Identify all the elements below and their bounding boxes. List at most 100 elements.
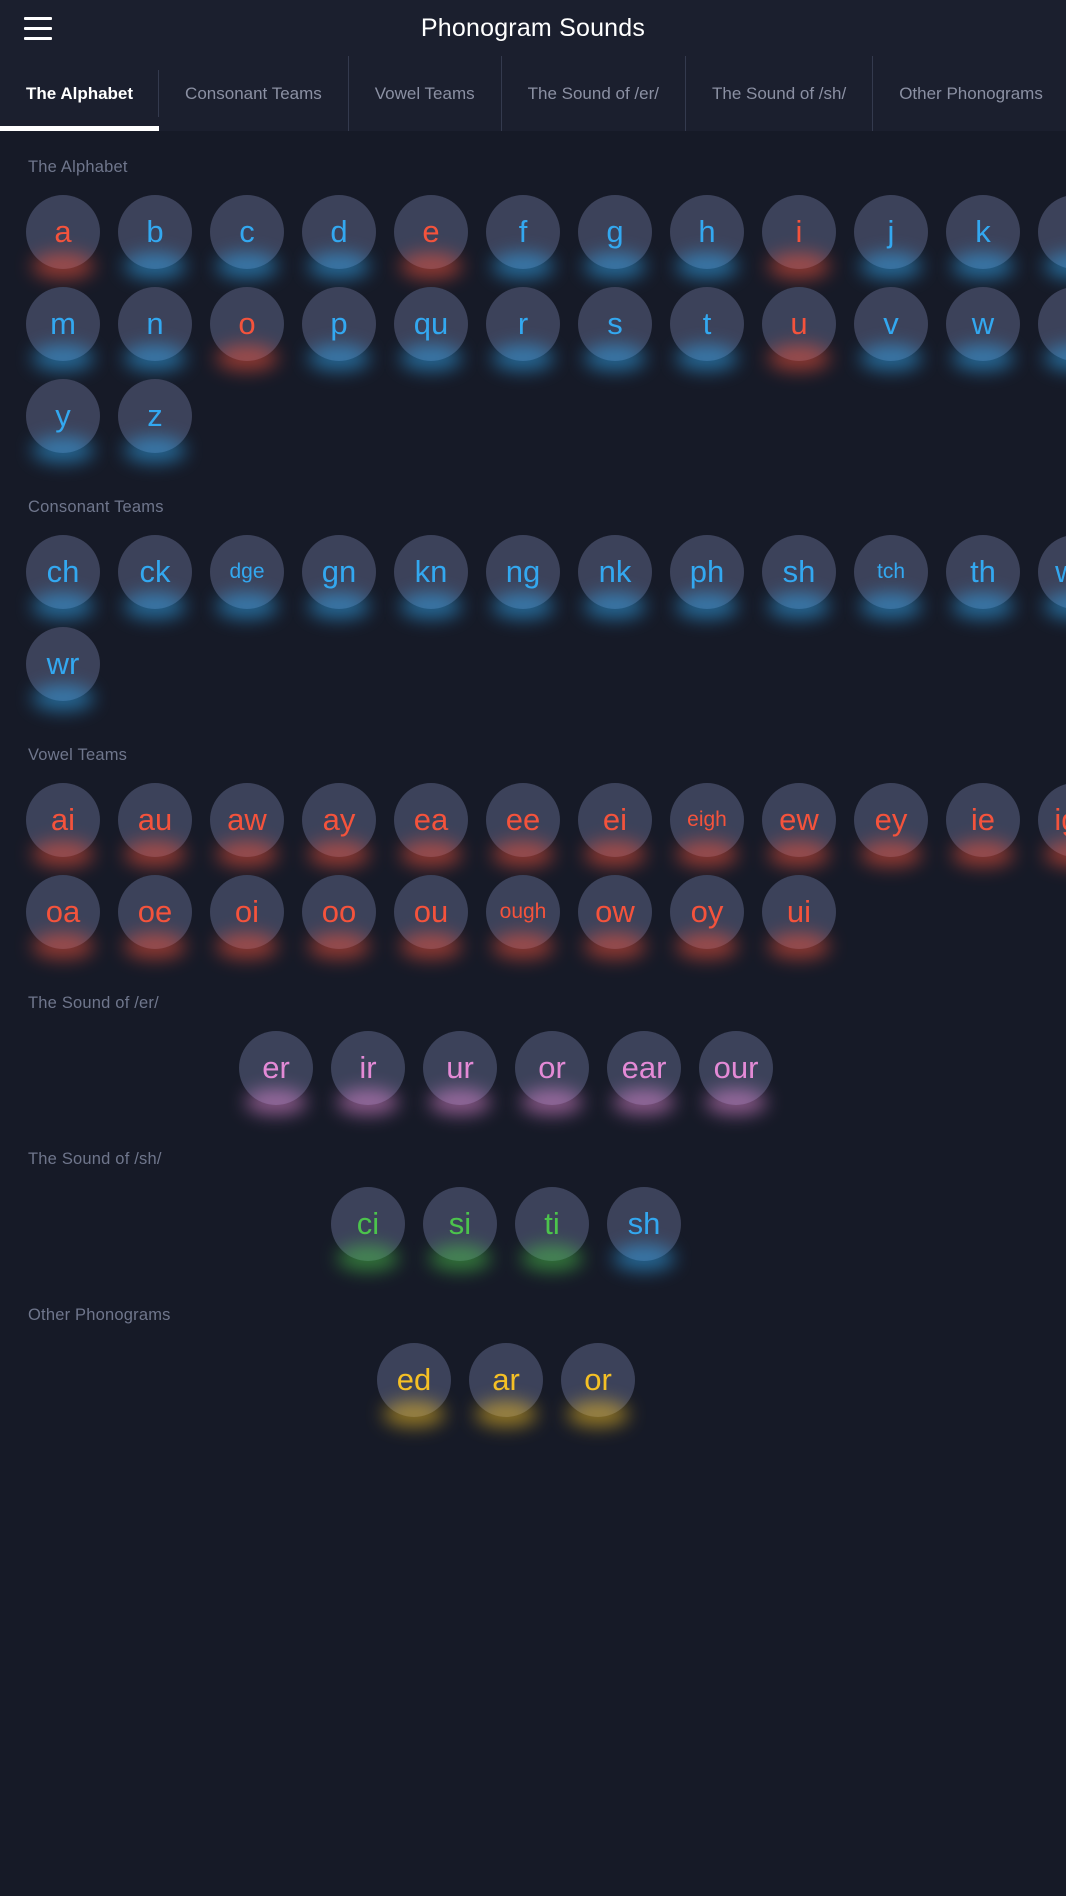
phonogram-chip[interactable]: v	[854, 287, 928, 361]
phonogram-chip[interactable]: j	[854, 195, 928, 269]
phonogram-chip[interactable]: ea	[394, 783, 468, 857]
phonogram-chip[interactable]: or	[515, 1031, 589, 1105]
phonogram-chip[interactable]: y	[26, 379, 100, 453]
phonogram-chip[interactable]: oy	[670, 875, 744, 949]
phonogram-chip[interactable]: qu	[394, 287, 468, 361]
phonogram-chip[interactable]: th	[946, 535, 1020, 609]
chip-grid: a b c d e f g h i j k l m n o p qu r s t u v w x y z	[0, 195, 1066, 471]
phonogram-chip[interactable]: tch	[854, 535, 928, 609]
phonogram-label: ea	[413, 801, 449, 837]
tab-vowel-teams[interactable]: Vowel Teams	[349, 56, 502, 131]
tab-the-sound-of-sh[interactable]: The Sound of /sh/	[686, 56, 874, 131]
phonogram-chip[interactable]: ph	[670, 535, 744, 609]
phonogram-chip[interactable]: ee	[486, 783, 560, 857]
phonogram-chip[interactable]: kn	[394, 535, 468, 609]
phonogram-chip[interactable]: ci	[331, 1187, 405, 1261]
phonogram-chip[interactable]: f	[486, 195, 560, 269]
phonogram-chip[interactable]: i	[762, 195, 836, 269]
phonogram-chip[interactable]: p	[302, 287, 376, 361]
app-bar: Phonogram Sounds	[0, 0, 1066, 56]
phonogram-chip[interactable]: w	[946, 287, 1020, 361]
phonogram-chip[interactable]: z	[118, 379, 192, 453]
phonogram-chip[interactable]: aw	[210, 783, 284, 857]
phonogram-chip[interactable]: ie	[946, 783, 1020, 857]
phonogram-chip[interactable]: l	[1038, 195, 1066, 269]
hamburger-menu-icon[interactable]	[12, 2, 64, 54]
tab-bar[interactable]: The Alphabet Consonant Teams Vowel Teams Th…	[0, 56, 1066, 131]
phonogram-chip[interactable]: ch	[26, 535, 100, 609]
phonogram-chip[interactable]: ir	[331, 1031, 405, 1105]
phonogram-chip[interactable]: h	[670, 195, 744, 269]
phonogram-chip[interactable]: n	[118, 287, 192, 361]
phonogram-chip[interactable]: t	[670, 287, 744, 361]
phonogram-label: ed	[396, 1361, 432, 1397]
phonogram-chip[interactable]: eigh	[670, 783, 744, 857]
tab-label: The Sound of /sh/	[712, 83, 847, 103]
phonogram-chip[interactable]: oo	[302, 875, 376, 949]
phonogram-chip[interactable]: er	[239, 1031, 313, 1105]
tab-consonant-teams[interactable]: Consonant Teams	[159, 56, 349, 131]
phonogram-chip[interactable]: ar	[469, 1343, 543, 1417]
phonogram-chip[interactable]: s	[578, 287, 652, 361]
phonogram-chip[interactable]: ur	[423, 1031, 497, 1105]
phonogram-chip[interactable]: e	[394, 195, 468, 269]
phonogram-chip[interactable]: wr	[26, 627, 100, 701]
phonogram-chip[interactable]: ear	[607, 1031, 681, 1105]
phonogram-chip[interactable]: u	[762, 287, 836, 361]
phonogram-label: wh	[1055, 556, 1066, 587]
phonogram-chip[interactable]: r	[486, 287, 560, 361]
phonogram-chip[interactable]: ew	[762, 783, 836, 857]
phonogram-chip[interactable]: ou	[394, 875, 468, 949]
phonogram-chip[interactable]: ey	[854, 783, 928, 857]
phonogram-chip[interactable]: si	[423, 1187, 497, 1261]
phonogram-chip[interactable]: ough	[486, 875, 560, 949]
tab-the-alphabet[interactable]: The Alphabet	[0, 56, 160, 131]
phonogram-label: gn	[321, 553, 357, 589]
phonogram-chip[interactable]: igh	[1038, 783, 1066, 857]
phonogram-label: th	[970, 553, 996, 589]
phonogram-content: The Alphabet a b c d e f g h i j k l m n o p qu r s t u v w x y z C…	[0, 131, 1066, 1896]
phonogram-chip[interactable]: sh	[762, 535, 836, 609]
phonogram-chip[interactable]: k	[946, 195, 1020, 269]
phonogram-chip[interactable]: ui	[762, 875, 836, 949]
phonogram-chip[interactable]: gn	[302, 535, 376, 609]
menu-bar-2	[24, 26, 52, 30]
tab-other-phonograms[interactable]: Other Phonograms	[873, 56, 1066, 131]
phonogram-chip[interactable]: ck	[118, 535, 192, 609]
phonogram-chip[interactable]: ay	[302, 783, 376, 857]
phonogram-label: oi	[234, 893, 260, 929]
phonogram-chip[interactable]: m	[26, 287, 100, 361]
phonogram-chip[interactable]: ai	[26, 783, 100, 857]
phonogram-chip[interactable]: a	[26, 195, 100, 269]
phonogram-label: i	[795, 213, 803, 249]
phonogram-label: or	[538, 1049, 566, 1085]
phonogram-chip[interactable]: ng	[486, 535, 560, 609]
phonogram-chip[interactable]: ed	[377, 1343, 451, 1417]
phonogram-label: ough	[499, 899, 547, 923]
phonogram-chip[interactable]: sh	[607, 1187, 681, 1261]
phonogram-label: kn	[414, 553, 448, 589]
phonogram-chip[interactable]: oa	[26, 875, 100, 949]
phonogram-label: n	[146, 305, 164, 341]
phonogram-label: k	[975, 213, 991, 249]
phonogram-chip[interactable]: or	[561, 1343, 635, 1417]
phonogram-chip[interactable]: ow	[578, 875, 652, 949]
phonogram-chip[interactable]: dge	[210, 535, 284, 609]
phonogram-chip[interactable]: our	[699, 1031, 773, 1105]
phonogram-chip[interactable]: ti	[515, 1187, 589, 1261]
tab-the-sound-of-er[interactable]: The Sound of /er/	[502, 56, 686, 131]
phonogram-chip[interactable]: oe	[118, 875, 192, 949]
phonogram-chip[interactable]: c	[210, 195, 284, 269]
tab-label: The Sound of /er/	[527, 83, 659, 103]
phonogram-chip[interactable]: b	[118, 195, 192, 269]
phonogram-label: si	[448, 1205, 472, 1241]
phonogram-chip[interactable]: x	[1038, 287, 1066, 361]
phonogram-chip[interactable]: d	[302, 195, 376, 269]
phonogram-chip[interactable]: o	[210, 287, 284, 361]
phonogram-chip[interactable]: ei	[578, 783, 652, 857]
phonogram-chip[interactable]: wh	[1038, 535, 1066, 609]
phonogram-chip[interactable]: g	[578, 195, 652, 269]
phonogram-chip[interactable]: au	[118, 783, 192, 857]
phonogram-chip[interactable]: nk	[578, 535, 652, 609]
phonogram-chip[interactable]: oi	[210, 875, 284, 949]
